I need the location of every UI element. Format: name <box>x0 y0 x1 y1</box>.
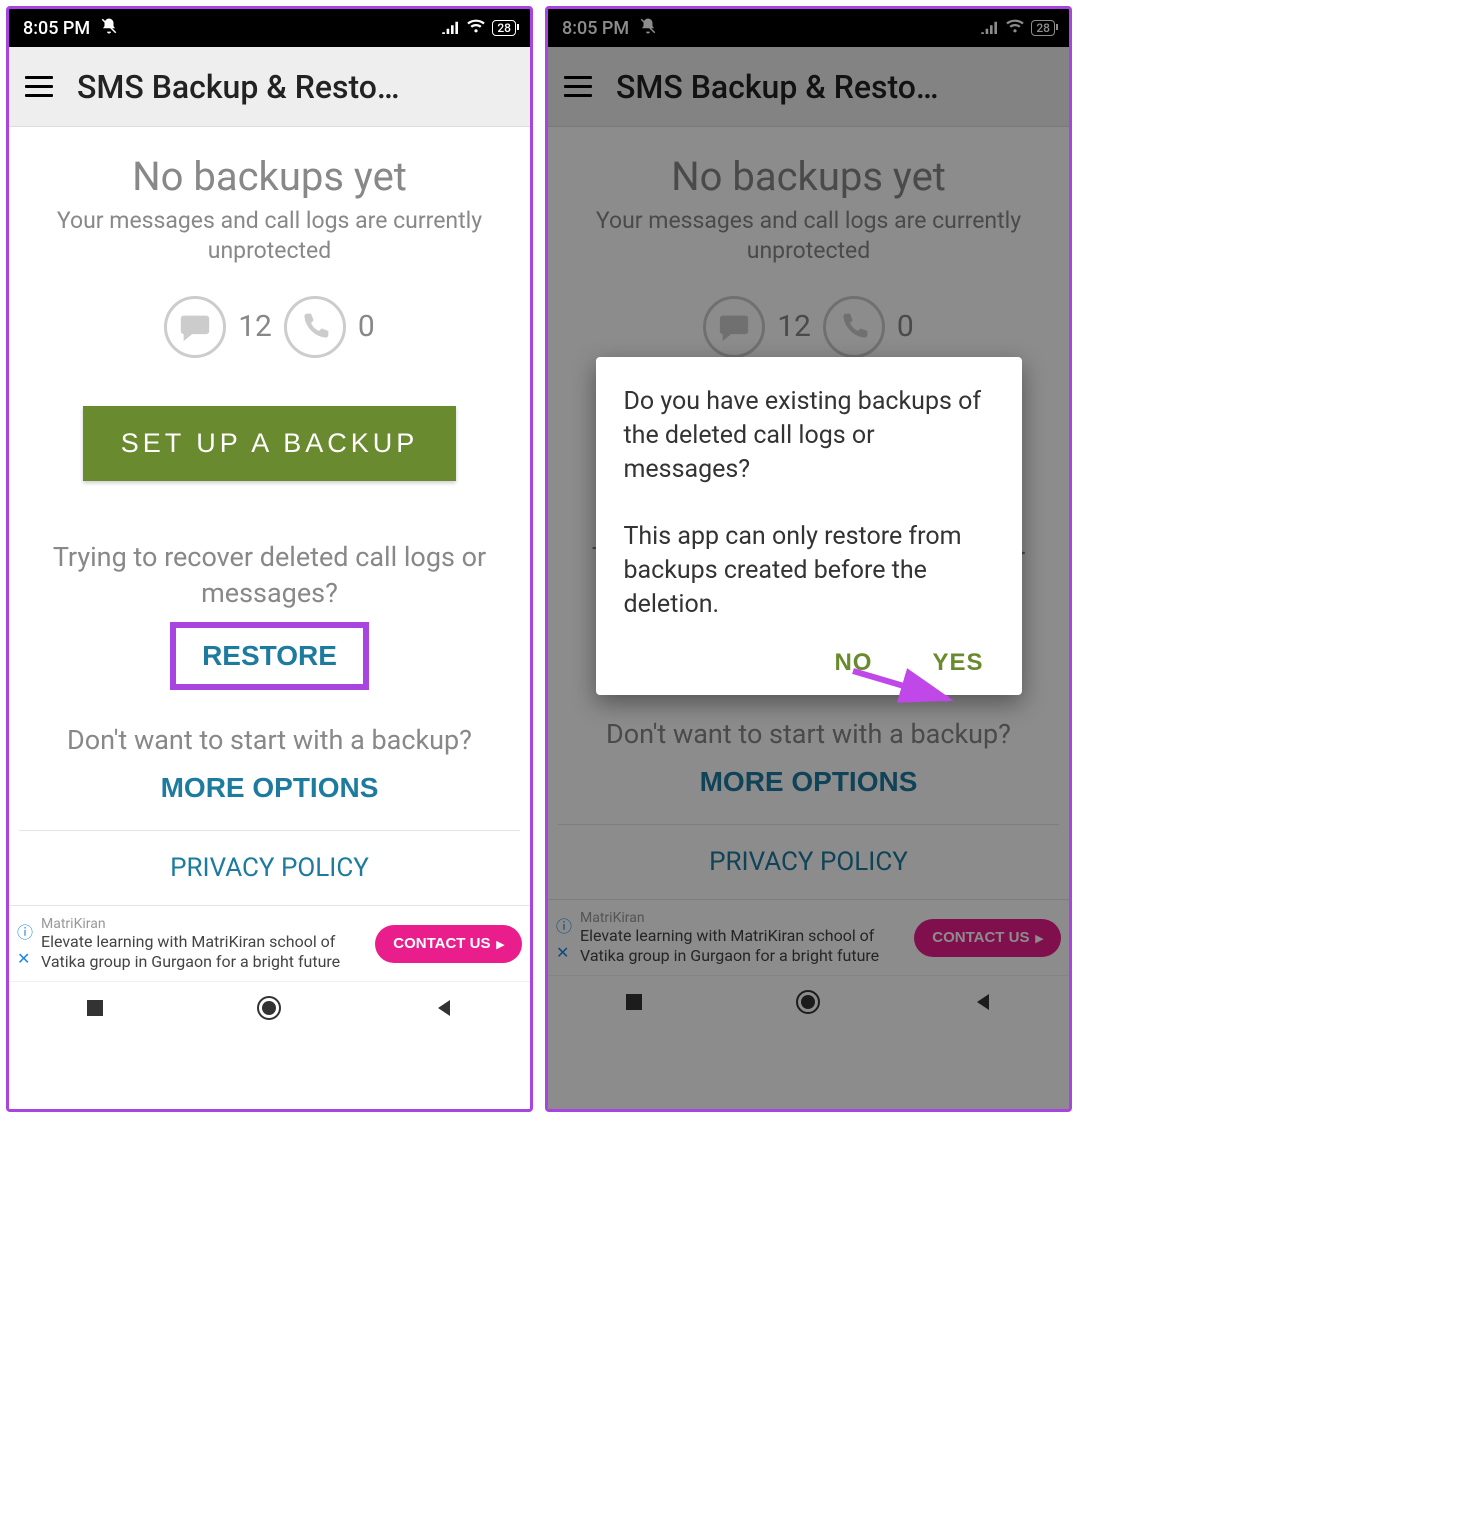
recover-prompt: Trying to recover deleted call logs or m… <box>19 539 520 612</box>
ad-close-icon[interactable]: ✕ <box>17 949 33 968</box>
status-bar: 8:05 PM 28 <box>9 9 530 47</box>
mute-icon <box>100 17 118 40</box>
back-button[interactable] <box>973 992 993 1016</box>
dont-want-prompt: Don't want to start with a backup? <box>558 716 1059 752</box>
subtitle-text: Your messages and call logs are currentl… <box>19 206 520 266</box>
subtitle-text: Your messages and call logs are currentl… <box>558 206 1059 266</box>
signal-icon <box>981 18 999 39</box>
battery-icon: 28 <box>1031 20 1055 36</box>
privacy-policy-link[interactable]: PRIVACY POLICY <box>19 831 520 905</box>
phone-screenshot-right: 8:05 PM 28 SMS Backup & Resto… No backup… <box>545 6 1072 1112</box>
no-backups-heading: No backups yet <box>558 153 1059 200</box>
more-options-button[interactable]: MORE OPTIONS <box>161 772 379 804</box>
ad-banner[interactable]: ⓘ ✕ MatriKiran Elevate learning with Mat… <box>548 899 1069 975</box>
wifi-icon <box>1005 18 1025 39</box>
recent-apps-button[interactable] <box>85 998 105 1022</box>
setup-backup-button[interactable]: SET UP A BACKUP <box>83 406 457 481</box>
wifi-icon <box>466 18 486 39</box>
chevron-right-icon: ▸ <box>1035 929 1043 947</box>
system-nav-bar <box>548 975 1069 1031</box>
back-button[interactable] <box>434 998 454 1022</box>
home-button[interactable] <box>795 989 821 1019</box>
recent-apps-button[interactable] <box>624 992 644 1016</box>
counts-row: 12 0 <box>19 296 520 358</box>
ad-brand: MatriKiran <box>580 910 906 926</box>
main-content: No backups yet Your messages and call lo… <box>9 127 530 905</box>
message-icon <box>703 296 765 358</box>
dialog-yes-button[interactable]: YES <box>932 649 983 677</box>
app-title: SMS Backup & Resto… <box>77 68 514 106</box>
ad-cta-button[interactable]: CONTACT US ▸ <box>914 919 1061 957</box>
status-bar: 8:05 PM 28 <box>548 9 1069 47</box>
ad-close-icon[interactable]: ✕ <box>556 943 572 962</box>
app-bar: SMS Backup & Resto… <box>548 47 1069 127</box>
app-title: SMS Backup & Resto… <box>616 68 1053 106</box>
menu-icon[interactable] <box>564 76 592 97</box>
phone-icon <box>284 296 346 358</box>
phone-screenshot-left: 8:05 PM 28 SMS Backup & Resto… No backup… <box>6 6 533 1112</box>
mute-icon <box>639 17 657 40</box>
ad-cta-button[interactable]: CONTACT US ▸ <box>375 925 522 963</box>
system-nav-bar <box>9 981 530 1037</box>
ad-info-icon[interactable]: ⓘ <box>556 913 572 937</box>
dialog-message: Do you have existing backups of the dele… <box>624 385 994 621</box>
signal-icon <box>442 18 460 39</box>
status-time: 8:05 PM <box>23 18 90 39</box>
restore-button[interactable]: RESTORE <box>184 632 355 680</box>
no-backups-heading: No backups yet <box>19 153 520 200</box>
ad-description: Elevate learning with MatriKiran school … <box>580 926 906 964</box>
ad-description: Elevate learning with MatriKiran school … <box>41 932 367 970</box>
restore-highlight-annotation: RESTORE <box>170 622 369 690</box>
phone-icon <box>823 296 885 358</box>
privacy-policy-link[interactable]: PRIVACY POLICY <box>558 825 1059 899</box>
dialog-no-button[interactable]: NO <box>834 649 872 677</box>
battery-icon: 28 <box>492 20 516 36</box>
message-icon <box>164 296 226 358</box>
call-count: 0 <box>897 309 914 344</box>
counts-row: 12 0 <box>558 296 1059 358</box>
home-button[interactable] <box>256 995 282 1025</box>
confirm-dialog: Do you have existing backups of the dele… <box>596 357 1022 695</box>
menu-icon[interactable] <box>25 76 53 97</box>
more-options-button[interactable]: MORE OPTIONS <box>700 766 918 798</box>
dont-want-prompt: Don't want to start with a backup? <box>19 722 520 758</box>
ad-info-icon[interactable]: ⓘ <box>17 919 33 943</box>
status-time: 8:05 PM <box>562 18 629 39</box>
app-bar: SMS Backup & Resto… <box>9 47 530 127</box>
message-count: 12 <box>238 309 272 344</box>
ad-banner[interactable]: ⓘ ✕ MatriKiran Elevate learning with Mat… <box>9 905 530 981</box>
call-count: 0 <box>358 309 375 344</box>
chevron-right-icon: ▸ <box>496 935 504 953</box>
message-count: 12 <box>777 309 811 344</box>
ad-brand: MatriKiran <box>41 916 367 932</box>
